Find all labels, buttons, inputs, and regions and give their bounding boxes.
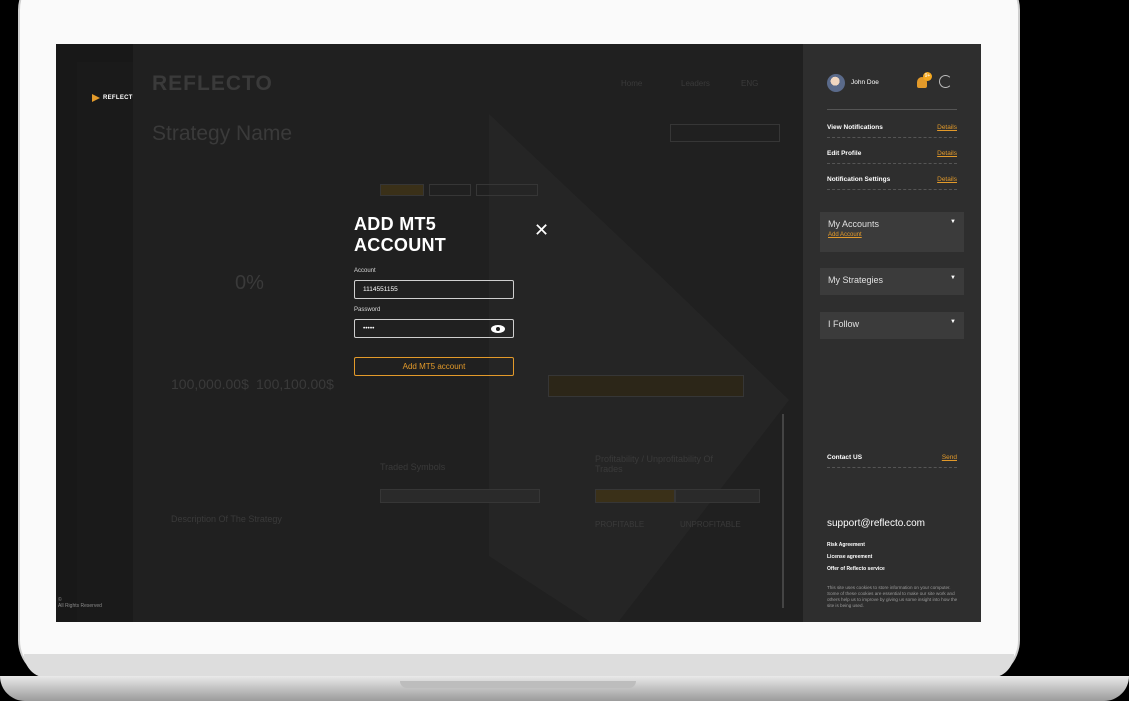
add-account-modal: ADD MT5 ACCOUNT ✕ Account 1114551155 Pas…	[354, 214, 574, 414]
tab-active[interactable]	[380, 184, 424, 196]
close-icon[interactable]: ✕	[534, 220, 549, 241]
profitability-label: Profitability / Unprofitability Of Trade…	[595, 454, 714, 474]
divider	[827, 109, 957, 110]
contact-us-row: Contact US Send	[827, 448, 957, 468]
my-accounts-label: My Accounts	[828, 219, 880, 229]
follow-strategy-button[interactable]	[670, 124, 780, 142]
support-email[interactable]: support@reflecto.com	[827, 518, 925, 529]
stat-percent: 0%	[235, 272, 264, 294]
menu-edit-profile: Edit Profile Details	[827, 144, 957, 164]
details-link[interactable]: Details	[937, 176, 957, 183]
laptop-chin	[24, 654, 1014, 678]
user-name: John Doe	[851, 79, 879, 86]
menu-label: Edit Profile	[827, 150, 862, 157]
stat-balance: 100,000.00$	[171, 376, 249, 392]
details-link[interactable]: Details	[937, 150, 957, 157]
left-rail: REFLECTO © All Rights Reserved	[56, 44, 137, 622]
menu-label: View Notifications	[827, 124, 883, 131]
eye-icon[interactable]	[491, 324, 505, 333]
contact-label: Contact US	[827, 454, 863, 461]
menu-notification-settings: Notification Settings Details	[827, 170, 957, 190]
scrollbar[interactable]	[782, 414, 784, 608]
risk-agreement-link[interactable]: Risk Agreement	[827, 542, 865, 548]
menu-view-notifications: View Notifications Details	[827, 118, 957, 138]
tab-2[interactable]	[429, 184, 471, 196]
nav-home[interactable]: Home	[621, 79, 642, 88]
slider-bar[interactable]	[548, 375, 744, 397]
app-screen: REFLECTO © All Rights Reserved REFLECTO …	[56, 44, 981, 622]
tab-3[interactable]	[476, 184, 538, 196]
laptop-notch	[400, 681, 636, 688]
avatar	[827, 74, 845, 92]
details-link[interactable]: Details	[937, 124, 957, 131]
send-link[interactable]: Send	[942, 454, 957, 461]
my-accounts-dropdown[interactable]: My Accounts ▼ Add Account	[820, 212, 964, 252]
password-value: •••••	[363, 325, 375, 332]
laptop-base	[0, 676, 1129, 701]
my-strategies-label: My Strategies	[828, 275, 884, 285]
unprofitable-bar	[675, 489, 760, 503]
add-account-button[interactable]: Add MT5 account	[354, 357, 514, 376]
caret-down-icon: ▼	[950, 219, 956, 225]
strategy-title: Strategy Name	[152, 122, 293, 145]
offer-link[interactable]: Offer of Reflecto service	[827, 566, 885, 572]
caret-down-icon: ▼	[950, 319, 956, 325]
profitable-label: PROFITABLE	[595, 520, 645, 529]
rights-text: © All Rights Reserved	[58, 597, 102, 609]
notification-badge: 9+	[923, 72, 932, 81]
reflecto-logo-icon	[92, 94, 100, 102]
account-value: 1114551155	[363, 286, 398, 293]
user-info[interactable]: John Doe	[827, 74, 891, 92]
nav-leaders[interactable]: Leaders	[681, 79, 710, 88]
traded-symbols-label: Traded Symbols	[380, 462, 446, 472]
brand-title: REFLECTO	[152, 72, 273, 95]
profile-panel: John Doe 9+ View Notifications Details E…	[803, 44, 981, 622]
rail-inner	[77, 62, 133, 622]
i-follow-dropdown[interactable]: I Follow ▼	[820, 312, 964, 339]
caret-down-icon: ▼	[950, 275, 956, 281]
account-label: Account	[354, 268, 376, 274]
stat-equity: 100,100.00$	[256, 376, 334, 392]
license-agreement-link[interactable]: License agreement	[827, 554, 872, 560]
nav-language[interactable]: ENG	[741, 79, 758, 88]
profitable-bar	[595, 489, 675, 503]
account-input[interactable]: 1114551155	[354, 280, 514, 299]
password-input[interactable]: •••••	[354, 319, 514, 338]
logo[interactable]: REFLECTO	[92, 94, 138, 102]
add-account-link[interactable]: Add Account	[828, 232, 956, 238]
cookie-notice: This site uses cookies to store informat…	[827, 585, 958, 608]
menu-label: Notification Settings	[827, 176, 891, 183]
modal-title: ADD MT5 ACCOUNT	[354, 214, 447, 255]
logout-icon[interactable]	[939, 75, 952, 88]
description-label: Description Of The Strategy	[171, 514, 282, 524]
unprofitable-label: UNPROFITABLE	[680, 520, 741, 529]
password-label: Password	[354, 307, 381, 313]
my-strategies-dropdown[interactable]: My Strategies ▼	[820, 268, 964, 295]
symbols-bar	[380, 489, 540, 503]
i-follow-label: I Follow	[828, 319, 860, 329]
